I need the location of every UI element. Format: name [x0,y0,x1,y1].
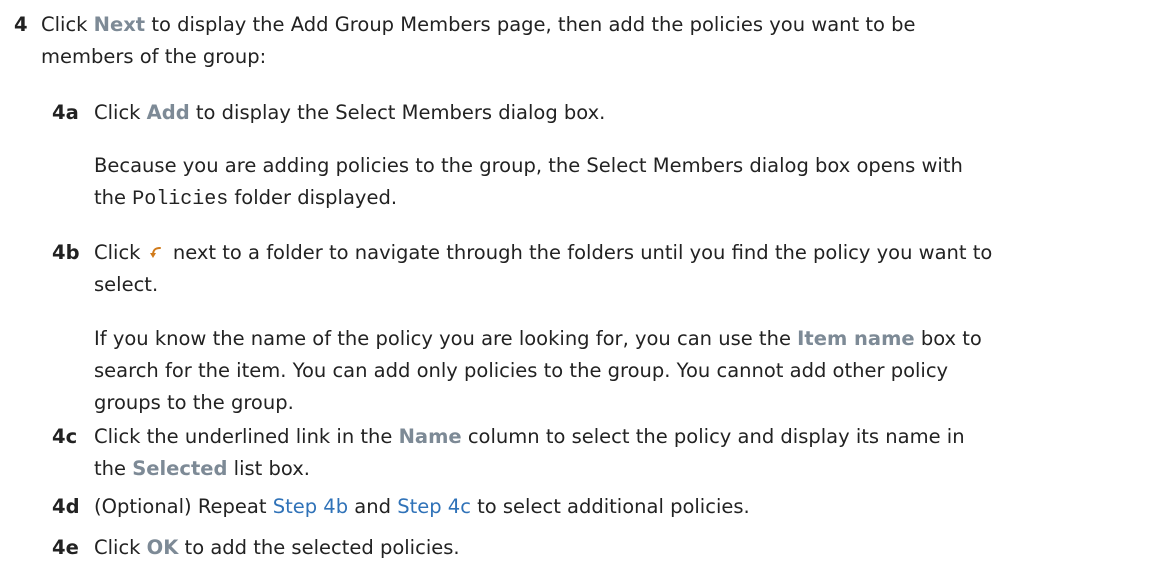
step-text-pre: Click [94,241,141,264]
note-line: groups to the group. [94,391,294,414]
step-number: 4a [52,101,79,124]
step-number: 4 [14,13,28,36]
step-text-post2: list box. [227,457,310,480]
step-text: Click Add to display the Select Members … [94,97,1154,129]
ui-label-item-name: Item name [797,327,915,350]
ui-label-ok: OK [146,536,179,559]
note-line: search for the item. You can add only po… [94,359,949,382]
code-policies: Policies [132,188,229,211]
note-pre: If you know the name of the policy you a… [94,327,798,350]
step-text-post: to add the selected policies. [178,536,460,559]
step-text-mid: and [348,495,398,518]
step-text-pre: Click [94,536,147,559]
ui-label-add: Add [146,101,190,124]
step-text-post: column to select the policy and display … [461,425,965,448]
step-number: 4e [52,536,79,559]
step-text: Click Next to display the Add Group Memb… [41,9,1141,73]
step-4b-note: If you know the name of the policy you a… [94,323,1154,419]
step-text: Click OK to add the selected policies. [94,532,1154,564]
ui-label-next: Next [93,13,146,36]
step-text: (Optional) Repeat Step 4b and Step 4c to… [94,491,1154,523]
step-text-line2: members of the group: [41,45,267,68]
link-step-4c[interactable]: Step 4c [397,495,471,518]
step-number: 4d [52,495,80,518]
step-number: 4c [52,425,78,448]
ui-label-selected: Selected [132,457,228,480]
ui-label-name: Name [398,425,462,448]
step-4a-note: Because you are adding policies to the g… [94,150,1154,216]
note-pre: the [94,186,133,209]
step-text-pre: (Optional) Repeat [94,495,273,518]
navigate-arrow-icon [149,238,163,258]
note-line: Because you are adding policies to the g… [94,154,963,177]
step-text-rest: to display the Add Group Members page, t… [145,13,916,36]
step-text-pre: Click [41,13,94,36]
step-text-pre2: the [94,457,133,480]
link-step-4b[interactable]: Step 4b [273,495,348,518]
step-text: Click next to a folder to navigate throu… [94,237,1154,301]
step-text-line2: select. [94,273,159,296]
step-text-post: to display the Select Members dialog box… [189,101,606,124]
note-post: folder displayed. [228,186,398,209]
step-text-pre: Click the underlined link in the [94,425,399,448]
note-post: box to [914,327,982,350]
step-text-pre: Click [94,101,147,124]
step-text-post: next to a folder to navigate through the… [172,241,993,264]
step-number: 4b [52,241,80,264]
step-text: Click the underlined link in the Name co… [94,421,1154,485]
step-text-post: to select additional policies. [470,495,750,518]
